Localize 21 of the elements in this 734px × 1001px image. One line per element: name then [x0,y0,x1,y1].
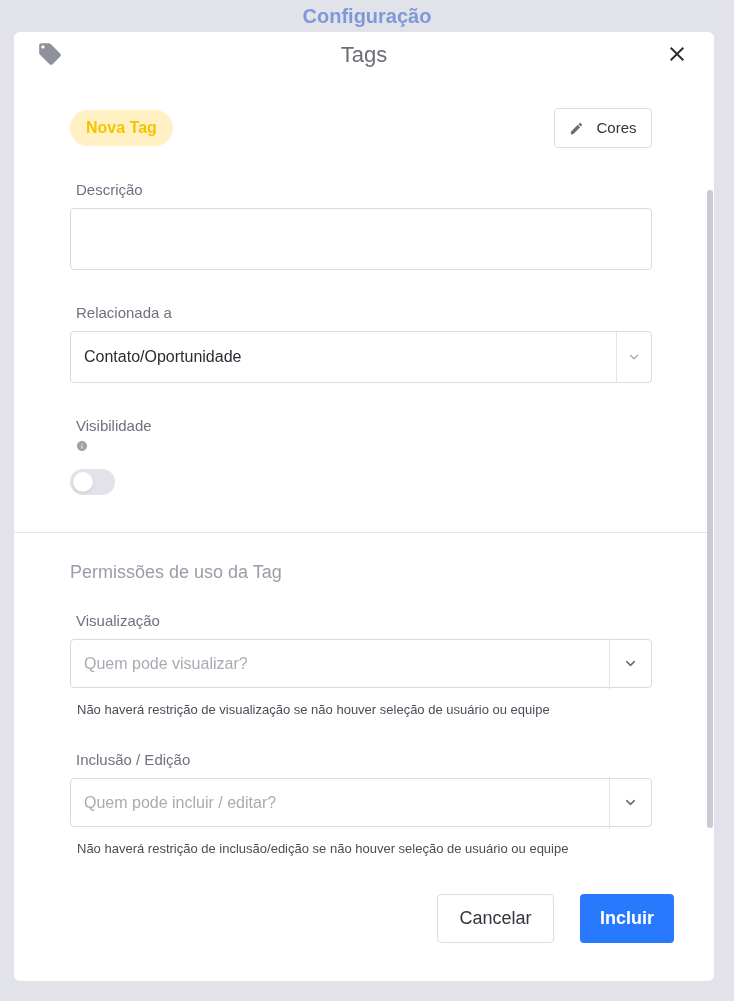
cancel-button[interactable]: Cancelar [437,894,554,943]
info-icon [76,440,88,452]
tag-icon [37,41,63,67]
colors-button[interactable]: Cores [554,108,652,148]
submit-button[interactable]: Incluir [580,894,674,943]
field-label: Relacionada a [75,303,172,323]
field-label: Inclusão / Edição [75,750,191,770]
field-hint: Não haverá restrição de visualização se não houver seleção de usuário ou equipe [76,701,550,719]
pencil-icon [569,120,585,136]
dialog-title: Tags [340,40,388,69]
field-label: Visibilidade [75,416,152,436]
visibility-toggle[interactable] [70,469,115,495]
page-title: Configuração [302,4,432,28]
tag-preview: Nova Tag [70,110,173,146]
field-label: Visualização [75,611,160,631]
field-hint: Não haverá restrição de inclusão/edição se não houver seleção de usuário ou equipe [76,840,569,858]
field-label: Descrição [75,180,143,200]
scrollbar-thumb[interactable] [707,190,713,828]
section-title: Permissões de uso da Tag [70,561,282,584]
select-field[interactable]: Contato/Oportunidade [70,331,652,383]
description-field[interactable] [70,208,652,270]
